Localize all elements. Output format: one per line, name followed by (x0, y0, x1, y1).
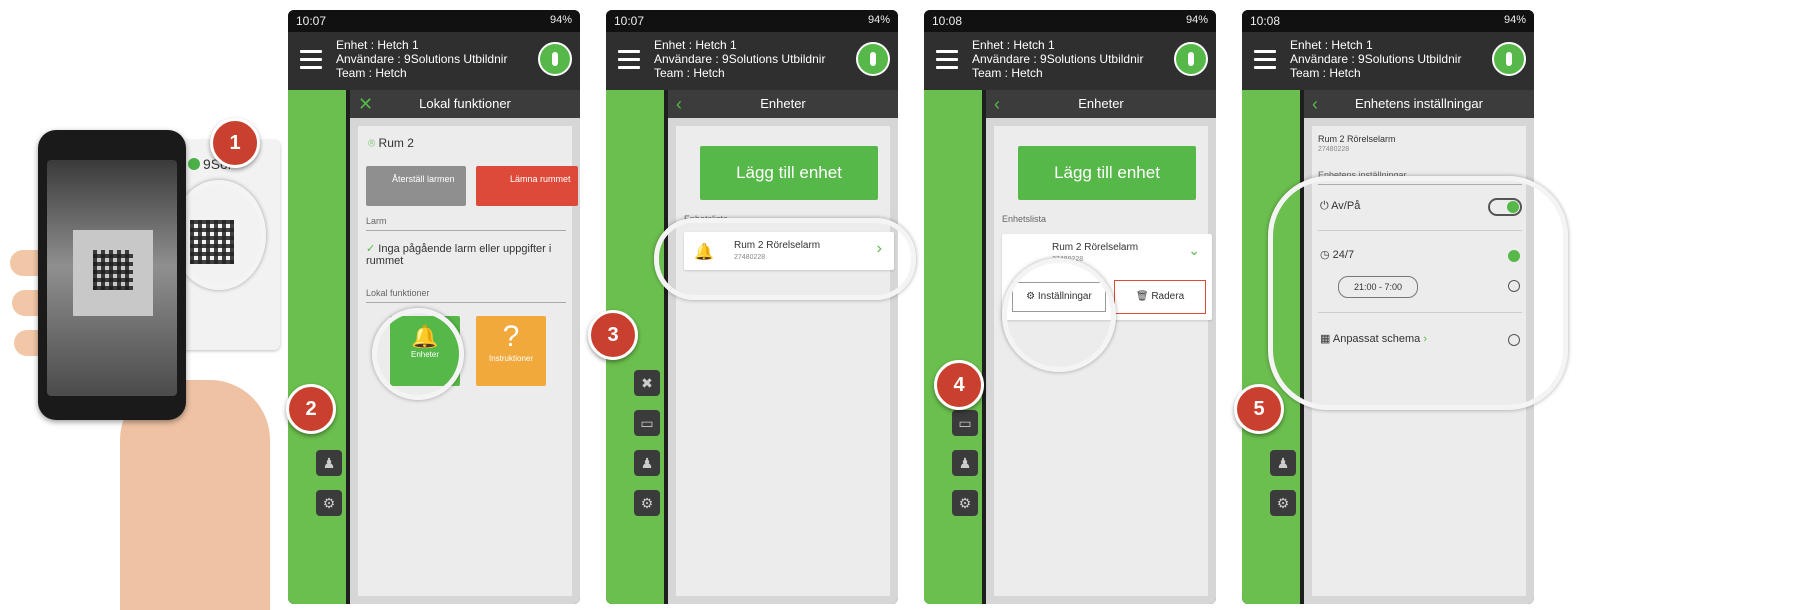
menu-icon[interactable] (1254, 50, 1276, 69)
step-badge-2: 2 (286, 384, 336, 434)
team-icon[interactable]: ♟ (316, 450, 342, 476)
status-time: 10:08 (1250, 14, 1281, 28)
header-device: Enhet : Hetch 1 (1290, 38, 1373, 52)
status-time: 10:07 (296, 14, 327, 28)
header-device: Enhet : Hetch 1 (654, 38, 737, 52)
no-alarms-text: ✓ Inga pågående larm eller uppgifter i r… (366, 243, 552, 267)
devices-panel: ‹ Enheter Lägg till enhet Enhetslista 🔔 R… (668, 90, 898, 604)
delete-button[interactable]: 🗑 Radera (1114, 280, 1206, 314)
battery-level: 94% (549, 14, 572, 26)
highlight-circle-devices (372, 308, 464, 400)
device-id: 27480228 (1318, 146, 1350, 153)
local-functions-section-label: Lokal funktioner (366, 288, 430, 298)
back-icon[interactable]: ‹ (994, 90, 1000, 118)
chat-icon[interactable]: ▭ (634, 410, 660, 436)
highlight-settings-area (1268, 176, 1568, 410)
battery-level: 94% (867, 14, 890, 26)
shuffle-icon[interactable]: ✖ (634, 370, 660, 396)
panel-title: Enheter (1078, 96, 1124, 111)
header-team: Team : Hetch (336, 66, 407, 80)
menu-icon[interactable] (618, 50, 640, 69)
room-label: ⌾ Rum 2 (368, 136, 414, 150)
back-icon[interactable]: ‹ (1312, 90, 1318, 118)
app-logo-icon (538, 42, 572, 76)
battery-level: 94% (1503, 14, 1526, 26)
help-tile[interactable]: ? Instruktioner (476, 316, 546, 386)
header-team: Team : Hetch (1290, 66, 1361, 80)
side-rail (288, 90, 346, 604)
phone-scanning (38, 130, 186, 420)
device-list-label: Enhetslista (1002, 214, 1047, 224)
header-user: Användare : 9Solutions Utbildnir (336, 52, 508, 66)
team-icon[interactable]: ♟ (1270, 450, 1296, 476)
header-device: Enhet : Hetch 1 (972, 38, 1055, 52)
chevron-down-icon[interactable]: ⌄ (1188, 242, 1200, 259)
step-badge-5: 5 (1234, 384, 1284, 434)
side-rail (924, 90, 982, 604)
question-icon: ? (502, 320, 520, 353)
status-time: 10:08 (932, 14, 963, 28)
header-device: Enhet : Hetch 1 (336, 38, 419, 52)
reset-alarms-button[interactable]: Återställ larmen (366, 166, 466, 206)
header-team: Team : Hetch (972, 66, 1043, 80)
team-icon[interactable]: ♟ (634, 450, 660, 476)
header-team: Team : Hetch (654, 66, 725, 80)
leave-room-button[interactable]: Lämna rummet (476, 166, 578, 206)
status-time: 10:07 (614, 14, 645, 28)
header-user: Användare : 9Solutions Utbildnir (654, 52, 826, 66)
battery-level: 94% (1185, 14, 1208, 26)
step-badge-4: 4 (934, 360, 984, 410)
add-device-button[interactable]: Lägg till enhet (700, 146, 878, 200)
settings-icon[interactable]: ⚙ (634, 490, 660, 516)
highlight-device-row (654, 218, 916, 300)
scanned-qr-preview (73, 230, 153, 316)
highlight-circle-qr (172, 180, 266, 290)
location-pin-icon: ⌾ (368, 136, 376, 150)
step-badge-1: 1 (210, 118, 260, 168)
header-user: Användare : 9Solutions Utbildnir (972, 52, 1144, 66)
team-icon[interactable]: ♟ (952, 450, 978, 476)
menu-icon[interactable] (936, 50, 958, 69)
settings-icon[interactable]: ⚙ (316, 490, 342, 516)
close-icon[interactable]: ✕ (358, 90, 373, 118)
phone-screen-1: 10:07 94% Enhet : Hetch 1 Användare : 9So… (288, 10, 580, 604)
settings-icon[interactable]: ⚙ (952, 490, 978, 516)
step-badge-3: 3 (588, 310, 638, 360)
menu-icon[interactable] (300, 50, 322, 69)
back-icon[interactable]: ‹ (676, 90, 682, 118)
highlight-circle-settings (1002, 258, 1116, 372)
app-header: Enhet : Hetch 1 Användare : 9Solutions U… (288, 32, 580, 90)
camera-view (47, 160, 177, 396)
settings-icon[interactable]: ⚙ (1270, 490, 1296, 516)
app-header: Enhet : Hetch 1 Användare : 9Solutions U… (606, 32, 898, 90)
phone-screen-2: 10:07 94% Enhet : Hetch 1 Användare : 9So… (606, 10, 898, 604)
check-icon: ✓ (366, 243, 376, 255)
device-name: Rum 2 Rörelselarm (1052, 242, 1139, 253)
panel-title: Enhetens inställningar (1355, 96, 1483, 111)
app-logo-icon (1492, 42, 1526, 76)
header-user: Användare : 9Solutions Utbildnir (1290, 52, 1462, 66)
panel-title: Lokal funktioner (419, 96, 511, 111)
chat-icon[interactable]: ▭ (952, 410, 978, 436)
app-header: Enhet : Hetch 1 Användare : 9Solutions U… (924, 32, 1216, 90)
panel-title: Enheter (760, 96, 806, 111)
trash-icon: 🗑 (1135, 291, 1149, 302)
add-device-button[interactable]: Lägg till enhet (1018, 146, 1196, 200)
app-logo-icon (856, 42, 890, 76)
app-header: Enhet : Hetch 1 Användare : 9Solutions U… (1242, 32, 1534, 90)
device-name: Rum 2 Rörelselarm (1318, 134, 1396, 144)
alarms-section-label: Larm (366, 216, 387, 226)
app-logo-icon (1174, 42, 1208, 76)
